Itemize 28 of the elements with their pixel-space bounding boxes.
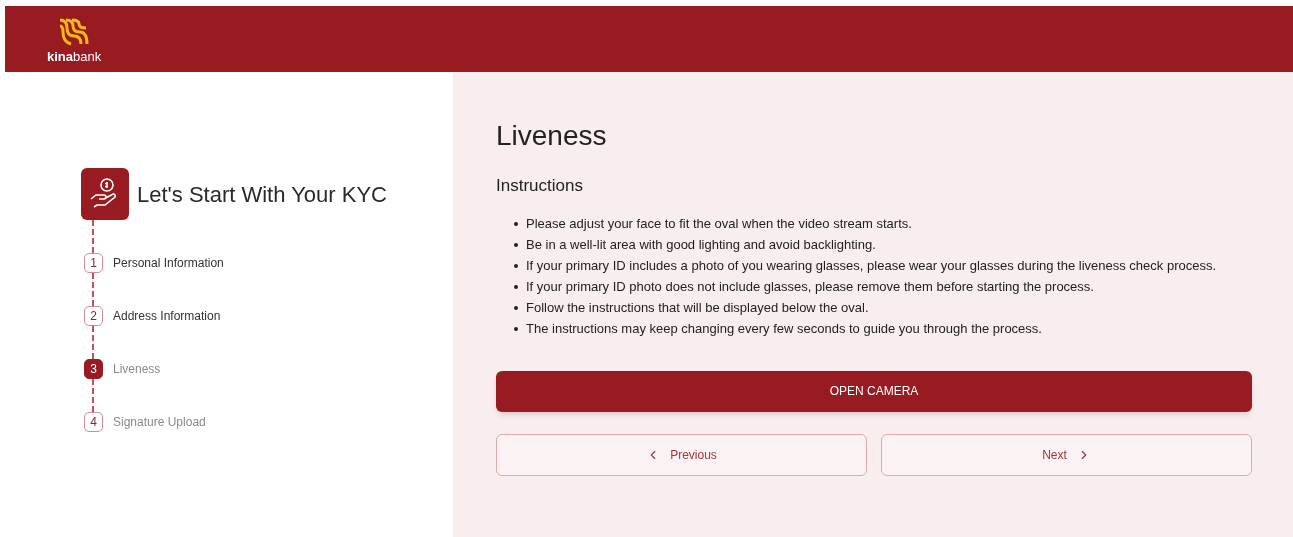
instruction-text: Please adjust your face to fit the oval when the video stream starts. — [526, 214, 912, 233]
open-camera-button[interactable]: OPEN CAMERA — [496, 370, 1252, 412]
next-button[interactable]: Next — [881, 433, 1252, 476]
step-label[interactable]: Personal Information — [113, 254, 224, 272]
previous-button[interactable]: Previous — [496, 433, 867, 476]
instruction-text: Be in a well-lit area with good lighting and avoid backlighting. — [526, 235, 876, 254]
bullet-icon — [514, 284, 518, 289]
bullet-icon — [514, 242, 518, 247]
instruction-text: Follow the instructions that will be displayed below the oval. — [526, 298, 869, 317]
kyc-icon — [81, 168, 129, 220]
bullet-icon — [514, 221, 518, 226]
step-number: 1 — [84, 253, 103, 273]
instruction-text: If your primary ID photo does not include glasses, please remove them before starting the process. — [526, 277, 1094, 296]
sidebar-title: Let's Start With Your KYC — [137, 180, 387, 209]
step-label[interactable]: Address Information — [113, 307, 221, 325]
logo-text: kinabank — [47, 49, 102, 63]
step-label[interactable]: Signature Upload — [113, 413, 206, 431]
bullet-icon — [514, 263, 518, 268]
instruction-text: If your primary ID includes a photo of you wearing glasses, please wear your glasses during the liveness check process. — [526, 256, 1217, 275]
instruction-text: The instructions may keep changing every few seconds to guide you through the process. — [526, 319, 1042, 338]
step-number: 4 — [84, 412, 103, 432]
step-label[interactable]: Liveness — [113, 360, 161, 378]
step-number: 3 — [84, 359, 103, 379]
bullet-icon — [514, 305, 518, 310]
section-subtitle: Instructions — [496, 175, 584, 197]
step-number: 2 — [84, 306, 103, 326]
page-title: Liveness — [496, 119, 608, 153]
bullet-icon — [514, 326, 518, 331]
